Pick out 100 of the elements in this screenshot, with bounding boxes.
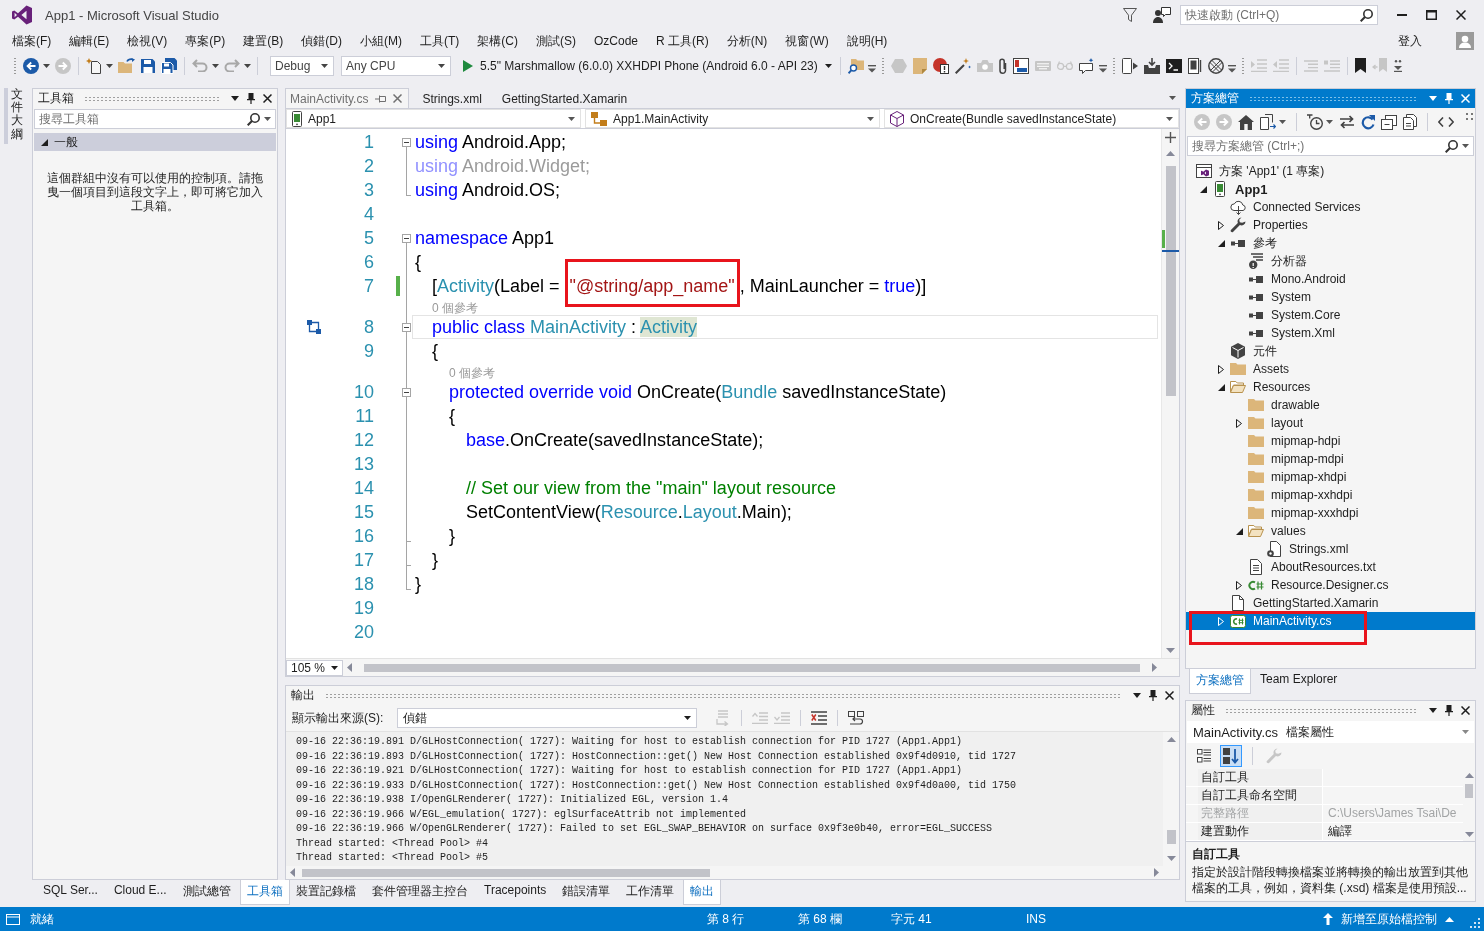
open-folder-icon[interactable] bbox=[118, 58, 135, 73]
document-arrows-icon[interactable] bbox=[1260, 114, 1276, 130]
phone-arrow-icon[interactable] bbox=[1121, 57, 1138, 74]
panel-tab[interactable]: 工作清單 bbox=[619, 880, 682, 905]
expanded-arrow-icon[interactable] bbox=[1217, 239, 1225, 247]
document-tab[interactable]: GettingStarted.Xamarin bbox=[496, 88, 635, 108]
menu-item[interactable]: 說明(H) bbox=[837, 32, 897, 50]
tree-item[interactable]: Mono.Android bbox=[1186, 270, 1475, 288]
panel-tab[interactable]: 錯誤清單 bbox=[555, 880, 618, 905]
pin-icon[interactable] bbox=[247, 93, 255, 104]
scroll-right-icon[interactable] bbox=[1152, 663, 1157, 672]
menu-item[interactable]: 工具(T) bbox=[411, 32, 469, 50]
collapse-icon[interactable] bbox=[402, 137, 411, 147]
menu-item[interactable]: 編輯(E) bbox=[60, 32, 119, 50]
note-icon[interactable] bbox=[912, 57, 927, 74]
menu-item[interactable]: 專案(P) bbox=[176, 32, 235, 50]
tree-item[interactable]: layout bbox=[1186, 414, 1475, 432]
avatar-icon[interactable] bbox=[1456, 32, 1474, 50]
tree-item[interactable]: MainActivity.cs bbox=[1186, 612, 1475, 630]
menu-item[interactable]: 偵錯(D) bbox=[292, 32, 351, 50]
pin-icon[interactable] bbox=[1445, 705, 1453, 716]
panel-tab[interactable]: 裝置記錄檔 bbox=[289, 880, 363, 905]
collapse-icon[interactable] bbox=[402, 233, 411, 243]
word-wrap-icon[interactable] bbox=[848, 711, 865, 725]
sort-az-icon[interactable] bbox=[1220, 745, 1242, 767]
close-icon[interactable] bbox=[1165, 691, 1174, 700]
expanded-arrow-icon[interactable] bbox=[1199, 185, 1207, 193]
maximize-icon[interactable] bbox=[1426, 10, 1437, 20]
scrollbar-thumb[interactable] bbox=[1165, 166, 1176, 396]
scroll-left-icon[interactable] bbox=[347, 663, 352, 672]
collapse-all-icon[interactable] bbox=[1381, 114, 1397, 130]
project-dropdown[interactable]: App1 bbox=[286, 109, 581, 128]
panel-tab[interactable]: SQL Ser... bbox=[36, 880, 105, 902]
panel-tab[interactable]: 測試總管 bbox=[175, 880, 238, 905]
dropdown-icon[interactable] bbox=[1133, 693, 1141, 698]
source-dropdown[interactable]: 偵錯 bbox=[397, 708, 698, 728]
scrollbar-thumb[interactable] bbox=[1166, 830, 1176, 844]
crossed-globe-icon[interactable] bbox=[1207, 57, 1224, 74]
inbox-icon[interactable] bbox=[1143, 57, 1160, 74]
tablet-icon[interactable] bbox=[1187, 57, 1202, 74]
menu-item[interactable]: 建置(B) bbox=[234, 32, 293, 50]
tree-item[interactable]: System.Xml bbox=[1186, 324, 1475, 342]
tree-item[interactable]: drawable bbox=[1186, 396, 1475, 414]
expanded-arrow-icon[interactable] bbox=[1217, 383, 1225, 391]
source-control-button[interactable]: 新增至原始檔控制 bbox=[1321, 910, 1456, 928]
caret-icon[interactable] bbox=[244, 63, 251, 68]
member-dropdown[interactable]: OnCreate(Bundle savedInstanceState) bbox=[884, 109, 1179, 128]
menu-item[interactable]: 檔案(F) bbox=[3, 32, 61, 50]
tree-item[interactable]: Assets bbox=[1186, 360, 1475, 378]
caret-icon[interactable] bbox=[1326, 120, 1333, 124]
caret-icon[interactable] bbox=[1227, 64, 1236, 73]
clear-lines-icon[interactable] bbox=[811, 711, 828, 725]
panel-tab[interactable]: 套件管理器主控台 bbox=[365, 880, 475, 905]
clock-icon[interactable] bbox=[1307, 114, 1323, 130]
tree-item[interactable]: mipmap-hdpi bbox=[1186, 432, 1475, 450]
speech-bubble-icon[interactable] bbox=[1078, 57, 1095, 74]
tree-item[interactable]: AboutResources.txt bbox=[1186, 558, 1475, 576]
tree-item[interactable]: Resource.Designer.cs bbox=[1186, 576, 1475, 594]
overflow-icon[interactable] bbox=[1466, 113, 1473, 120]
close-icon[interactable] bbox=[1461, 706, 1470, 715]
menu-item[interactable]: 小組(M) bbox=[351, 32, 411, 50]
caret-icon[interactable] bbox=[43, 63, 50, 68]
splitter-icon[interactable] bbox=[1165, 132, 1176, 143]
tree-item[interactable]: 參考 bbox=[1186, 234, 1475, 252]
tree-item[interactable]: Strings.xml bbox=[1186, 540, 1475, 558]
tree-item[interactable]: 分析器 bbox=[1186, 252, 1475, 270]
tree-item[interactable]: Properties bbox=[1186, 216, 1475, 234]
sparkle-document-icon[interactable] bbox=[86, 57, 102, 74]
tree-item[interactable]: System bbox=[1186, 288, 1475, 306]
scroll-down-icon[interactable] bbox=[1464, 832, 1474, 837]
property-name[interactable]: 自訂工具 bbox=[1198, 769, 1323, 786]
tree-item[interactable]: System.Core bbox=[1186, 306, 1475, 324]
swap-arrows-icon[interactable] bbox=[1339, 115, 1355, 129]
caret-icon[interactable] bbox=[1169, 96, 1176, 100]
object-selector[interactable]: MainActivity.cs 檔案屬性 bbox=[1187, 721, 1474, 743]
alert-circle-icon[interactable] bbox=[932, 57, 949, 74]
tree-item[interactable]: mipmap-xhdpi bbox=[1186, 468, 1475, 486]
tree-item[interactable]: GettingStarted.Xamarin bbox=[1186, 594, 1475, 612]
tree-item[interactable]: 元件 bbox=[1186, 342, 1475, 360]
tree-item[interactable]: mipmap-xxhdpi bbox=[1186, 486, 1475, 504]
menu-item[interactable]: OzCode bbox=[585, 34, 648, 48]
tree-item[interactable]: Connected Services bbox=[1186, 198, 1475, 216]
property-name[interactable]: 自訂工具命名空間 bbox=[1198, 787, 1323, 804]
overflow-icon[interactable] bbox=[1393, 59, 1402, 72]
paperclip-icon[interactable] bbox=[998, 57, 1007, 74]
expanded-arrow-icon[interactable] bbox=[1235, 527, 1243, 535]
save-icon[interactable] bbox=[141, 58, 155, 73]
run-button[interactable]: 5.5" Marshmallow (6.0.0) XXHDPI Phone (Android 6.0 - API 23) bbox=[459, 54, 836, 77]
linked-squares-icon[interactable] bbox=[306, 320, 321, 334]
dropdown-icon[interactable] bbox=[231, 96, 239, 101]
panel-tab[interactable]: 工具箱 bbox=[239, 880, 290, 905]
caret-icon[interactable] bbox=[106, 63, 113, 68]
scroll-down-icon[interactable] bbox=[1166, 648, 1175, 653]
close-icon[interactable] bbox=[1456, 10, 1466, 20]
collapsed-arrow-icon[interactable] bbox=[1236, 580, 1242, 590]
scroll-up-icon[interactable] bbox=[1464, 773, 1474, 778]
categorized-list-icon[interactable] bbox=[1194, 746, 1214, 766]
insert-mode-indicator[interactable]: INS bbox=[1026, 912, 1046, 926]
tree-item[interactable]: mipmap-xxxhdpi bbox=[1186, 504, 1475, 522]
scroll-left-icon[interactable] bbox=[290, 868, 295, 877]
